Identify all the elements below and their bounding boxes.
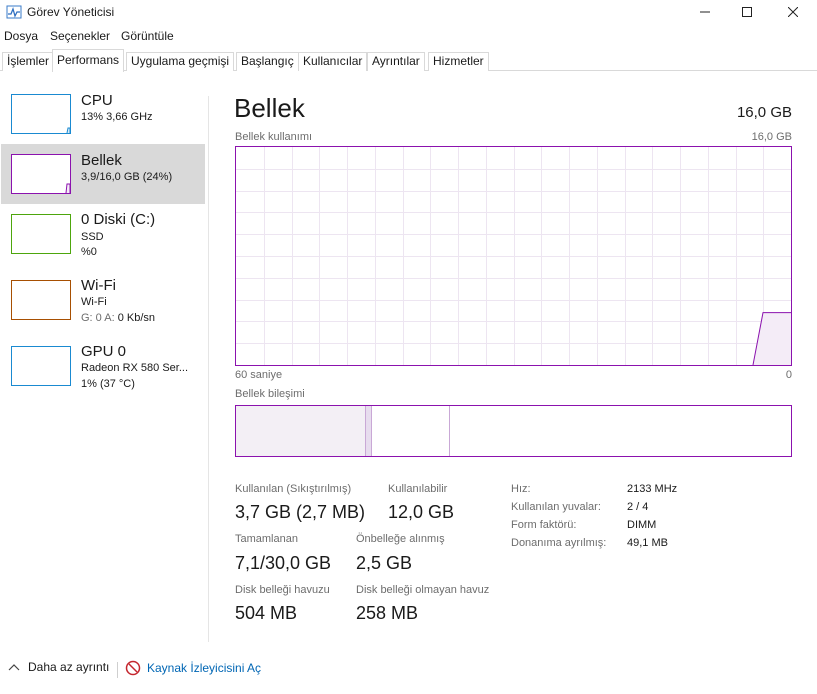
close-icon bbox=[788, 7, 798, 17]
composition-in-use bbox=[236, 406, 366, 456]
cached-value: 2,5 GB bbox=[356, 553, 413, 573]
sidebar-divider bbox=[208, 96, 209, 642]
cpu-thumbnail-graph bbox=[11, 94, 71, 134]
chevron-up-icon bbox=[8, 664, 20, 671]
sidebar-item-detail: SSD bbox=[81, 231, 104, 243]
tab-performance[interactable]: Performans bbox=[52, 49, 125, 72]
menu-file[interactable]: Dosya bbox=[4, 29, 38, 43]
wifi-receive-value: 0 Kb/sn bbox=[117, 312, 155, 324]
sidebar-item-memory[interactable]: Bellek 3,9/16,0 GB (24%) bbox=[1, 144, 205, 204]
memory-total: 16,0 GB bbox=[736, 104, 792, 121]
tab-details[interactable]: Ayrıntılar bbox=[367, 52, 425, 71]
maximize-icon bbox=[742, 7, 752, 17]
menu-view[interactable]: Görüntüle bbox=[121, 29, 174, 43]
usage-area bbox=[753, 312, 791, 365]
form-factor-label: Form faktörü: bbox=[511, 519, 577, 531]
wifi-send-receive-label: G: 0 A: bbox=[81, 312, 118, 324]
speed-value: 2133 MHz bbox=[627, 483, 678, 495]
hardware-reserved-label: Donanıma ayrılmış: bbox=[511, 537, 607, 549]
open-resource-monitor-link[interactable]: Kaynak İzleyicisini Aç bbox=[125, 660, 261, 676]
in-use-label: Kullanılan (Sıkıştırılmış) bbox=[235, 483, 352, 495]
composition-standby bbox=[372, 406, 450, 456]
memory-composition-bar bbox=[235, 405, 792, 457]
tab-services[interactable]: Hizmetler bbox=[428, 52, 489, 71]
cached-label: Önbelleğe alınmış bbox=[356, 533, 445, 545]
minimize-button[interactable] bbox=[682, 0, 728, 24]
tab-startup[interactable]: Başlangıç bbox=[236, 52, 299, 71]
in-use-value: 3,7 GB (2,7 MB) bbox=[235, 502, 366, 522]
sidebar-item-detail-2: G: 0 A: 0 Kb/sn bbox=[81, 312, 155, 324]
sidebar-item-title: GPU 0 bbox=[81, 343, 127, 360]
fewer-details-label: Daha az ayrıntı bbox=[28, 660, 110, 674]
time-axis-left: 60 saniye bbox=[235, 369, 283, 381]
gpu-thumbnail-graph bbox=[11, 346, 71, 386]
sidebar-item-disk[interactable]: 0 Diski (C:) SSD %0 bbox=[1, 206, 205, 266]
open-resource-monitor-label: Kaynak İzleyicisini Aç bbox=[147, 661, 262, 675]
disk-thumbnail-graph bbox=[11, 214, 71, 254]
tab-app-history[interactable]: Uygulama geçmişi bbox=[126, 52, 235, 71]
memory-usage-graph bbox=[235, 146, 792, 366]
sidebar-item-detail-2: 1% (37 °C) bbox=[81, 378, 135, 390]
sidebar-item-detail: 3,9/16,0 GB (24%) bbox=[81, 171, 173, 183]
speed-label: Hız: bbox=[511, 483, 531, 495]
menu-options[interactable]: Seçenekler bbox=[50, 29, 110, 43]
wifi-thumbnail-graph bbox=[11, 280, 71, 320]
paged-pool-label: Disk belleği havuzu bbox=[235, 584, 330, 596]
composition-label: Bellek bileşimi bbox=[235, 388, 305, 400]
sidebar-item-title: Wi-Fi bbox=[81, 277, 116, 294]
resource-monitor-icon bbox=[125, 660, 141, 676]
page-title: Bellek bbox=[234, 93, 305, 123]
window-title: Görev Yöneticisi bbox=[27, 5, 115, 19]
usage-graph-max: 16,0 GB bbox=[751, 131, 792, 143]
committed-value: 7,1/30,0 GB bbox=[235, 553, 332, 573]
usage-graph-label: Bellek kullanımı bbox=[235, 131, 313, 143]
tab-users[interactable]: Kullanıcılar bbox=[298, 52, 368, 71]
sidebar-item-detail: 13% 3,66 GHz bbox=[81, 111, 153, 123]
sidebar-item-cpu[interactable]: CPU 13% 3,66 GHz bbox=[1, 85, 205, 145]
nonpaged-pool-value: 258 MB bbox=[356, 603, 419, 623]
tab-processes[interactable]: İşlemler bbox=[2, 52, 55, 71]
footer: Daha az ayrıntı Kaynak İzleyicisini Aç bbox=[0, 652, 817, 688]
composition-free bbox=[450, 406, 791, 456]
available-value: 12,0 GB bbox=[388, 502, 455, 522]
nonpaged-pool-label: Disk belleği olmayan havuz bbox=[356, 584, 490, 596]
sidebar-item-title: Bellek bbox=[81, 152, 122, 169]
memory-thumbnail-graph bbox=[11, 154, 71, 194]
slots-value: 2 / 4 bbox=[627, 501, 649, 513]
sidebar-item-gpu[interactable]: GPU 0 Radeon RX 580 Ser... 1% (37 °C) bbox=[1, 336, 205, 396]
sidebar-item-detail: Radeon RX 580 Ser... bbox=[81, 362, 189, 374]
sidebar-item-wifi[interactable]: Wi-Fi Wi-Fi G: 0 A: 0 Kb/sn bbox=[1, 271, 205, 331]
committed-label: Tamamlanan bbox=[235, 533, 298, 545]
sidebar-item-detail-2: %0 bbox=[81, 246, 97, 258]
paged-pool-value: 504 MB bbox=[235, 603, 298, 623]
title-bar: Görev Yöneticisi bbox=[0, 0, 817, 26]
minimize-icon bbox=[700, 11, 710, 13]
menu-bar: Dosya Seçenekler Görüntüle bbox=[0, 27, 817, 47]
available-label: Kullanılabilir bbox=[388, 483, 448, 495]
fewer-details-button[interactable]: Daha az ayrıntı bbox=[8, 660, 109, 674]
resource-list: CPU 13% 3,66 GHz Bellek 3,9/16,0 GB (24%… bbox=[0, 72, 208, 642]
close-button[interactable] bbox=[770, 0, 816, 24]
hardware-reserved-value: 49,1 MB bbox=[627, 537, 668, 549]
slots-label: Kullanılan yuvalar: bbox=[511, 501, 601, 513]
sidebar-item-title: 0 Diski (C:) bbox=[81, 211, 156, 228]
tab-bar: İşlemler Performans Uygulama geçmişi Baş… bbox=[0, 49, 817, 72]
form-factor-value: DIMM bbox=[627, 519, 657, 531]
sidebar-item-detail: Wi-Fi bbox=[81, 296, 107, 308]
sidebar-item-title: CPU bbox=[81, 92, 113, 109]
maximize-button[interactable] bbox=[724, 0, 770, 24]
footer-separator bbox=[117, 662, 118, 678]
time-axis-right: 0 bbox=[785, 369, 792, 381]
task-manager-icon bbox=[6, 4, 22, 20]
